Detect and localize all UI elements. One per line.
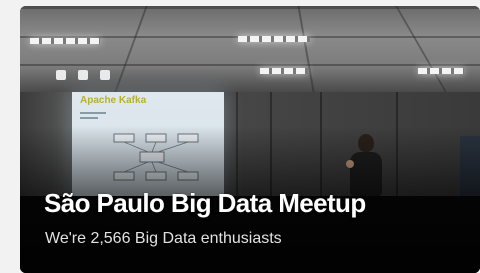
group-card[interactable]: Apache Kafka São Paulo Big Data Meetup W… bbox=[20, 6, 480, 273]
page: Apache Kafka São Paulo Big Data Meetup W… bbox=[0, 0, 480, 273]
member-count-text: We're 2,566 Big Data enthusiasts bbox=[45, 230, 282, 247]
group-title[interactable]: São Paulo Big Data Meetup bbox=[44, 188, 366, 219]
photo-ceiling bbox=[20, 6, 480, 92]
